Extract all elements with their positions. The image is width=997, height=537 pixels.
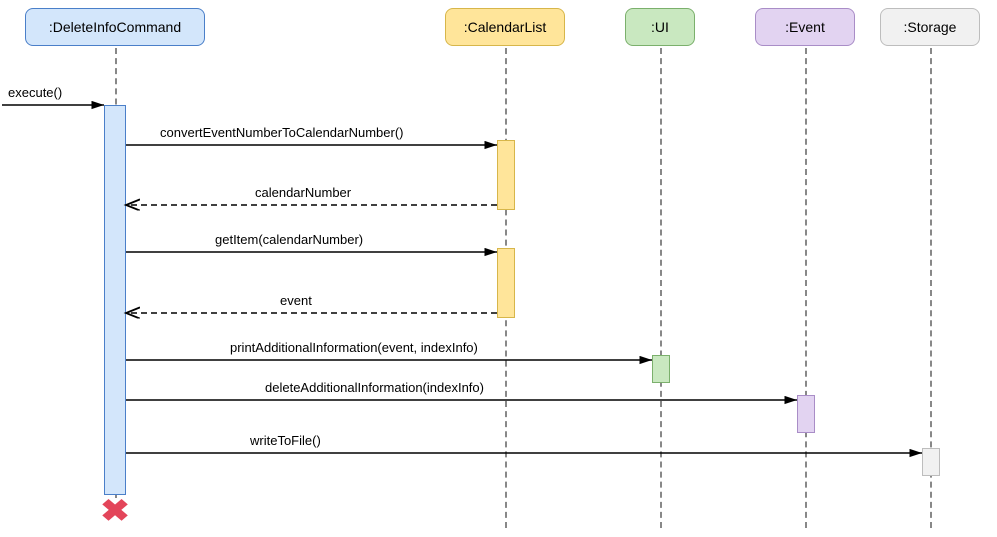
participant-label: :Storage <box>904 19 957 35</box>
destroy-icon: ✖ <box>100 493 130 529</box>
activation-event <box>797 395 815 433</box>
activation-calendarlist-2 <box>497 248 515 318</box>
participant-storage: :Storage <box>880 8 980 46</box>
participant-ui: :UI <box>625 8 695 46</box>
participant-deleteinfocommand: :DeleteInfoCommand <box>25 8 205 46</box>
label-getitem: getItem(calendarNumber) <box>215 232 363 247</box>
activation-calendarlist-1 <box>497 140 515 210</box>
label-write: writeToFile() <box>250 433 321 448</box>
participant-label: :Event <box>785 19 825 35</box>
participant-calendarlist: :CalendarList <box>445 8 565 46</box>
participant-label: :CalendarList <box>464 19 547 35</box>
activation-storage <box>922 448 940 476</box>
label-calendarnumber: calendarNumber <box>255 185 351 200</box>
lifeline-event <box>805 48 807 528</box>
label-convert: convertEventNumberToCalendarNumber() <box>160 125 404 140</box>
participant-event: :Event <box>755 8 855 46</box>
activation-deleteinfocommand <box>104 105 126 495</box>
participant-label: :UI <box>651 19 669 35</box>
label-print: printAdditionalInformation(event, indexI… <box>230 340 478 355</box>
participant-label: :DeleteInfoCommand <box>49 19 181 35</box>
label-execute: execute() <box>8 85 62 100</box>
activation-ui <box>652 355 670 383</box>
label-delete: deleteAdditionalInformation(indexInfo) <box>265 380 484 395</box>
label-event: event <box>280 293 312 308</box>
lifeline-ui <box>660 48 662 528</box>
